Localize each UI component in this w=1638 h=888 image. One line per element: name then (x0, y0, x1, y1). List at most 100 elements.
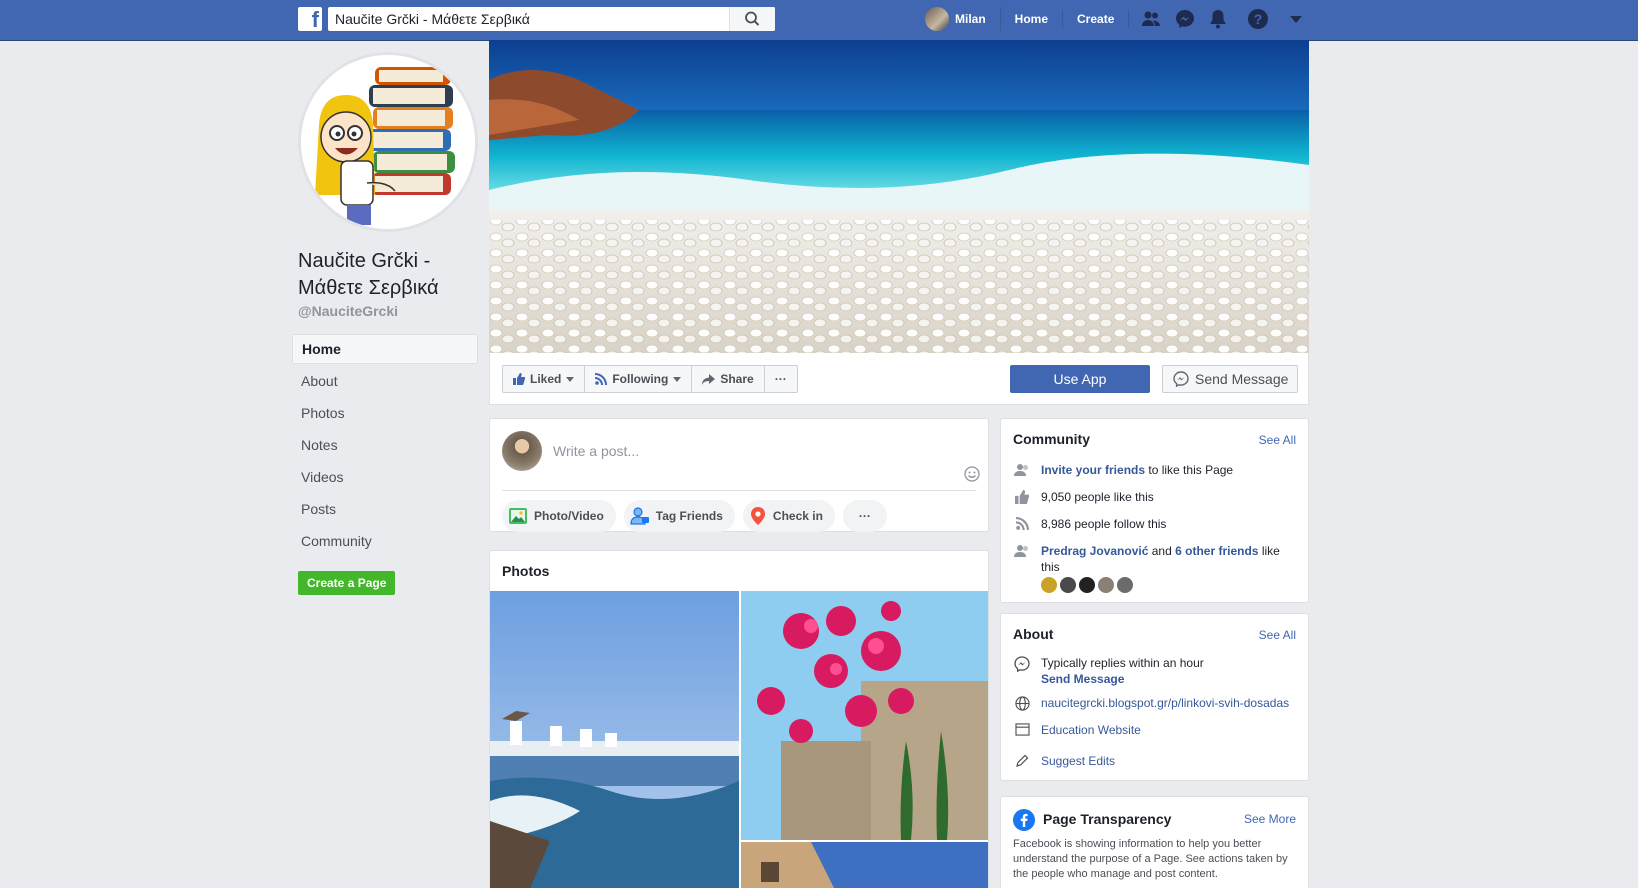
thumbs-up-icon (513, 373, 525, 385)
profile-link[interactable]: Milan (925, 7, 1001, 31)
other-friends-link[interactable]: 6 other friends (1175, 544, 1258, 558)
liked-label: Liked (530, 372, 562, 386)
page-nav-videos[interactable]: Videos (292, 462, 478, 494)
page-buttons: Liked Following Share ··· (502, 365, 798, 393)
facebook-logo-icon[interactable]: f (298, 7, 322, 31)
people-icon (1014, 545, 1028, 557)
share-label: Share (720, 372, 754, 386)
website-row: naucitegrcki.blogspot.gr/p/linkovi-svih-… (1013, 695, 1298, 711)
photo-icon (509, 508, 527, 524)
send-message-button[interactable]: Send Message (1162, 365, 1298, 393)
create-link[interactable]: Create (1063, 10, 1130, 28)
browser-window-icon (1014, 723, 1030, 736)
avatar[interactable] (1060, 577, 1076, 593)
avatar[interactable] (1098, 577, 1114, 593)
page-nav-photos[interactable]: Photos (292, 398, 478, 430)
emoji-icon[interactable] (964, 466, 980, 482)
check-in-button[interactable]: Check in (742, 500, 835, 532)
photo-video-button[interactable]: Photo/Video (502, 500, 616, 532)
page-nav-posts[interactable]: Posts (292, 494, 478, 526)
avatar[interactable] (1079, 577, 1095, 593)
liked-button[interactable]: Liked (503, 366, 586, 392)
avatar (502, 431, 542, 471)
page-nav-notes[interactable]: Notes (292, 430, 478, 462)
likes-row: 9,050 people like this (1013, 489, 1298, 505)
community-card: Community See All Invite your friends to… (1000, 418, 1309, 603)
page-transparency-see-more-link[interactable]: See More (1244, 812, 1296, 826)
page-transparency-description: Facebook is showing information to help … (1013, 838, 1288, 880)
location-pin-icon (750, 507, 765, 525)
use-app-button[interactable]: Use App (1010, 365, 1150, 393)
page-nav: Home About Photos Notes Videos Posts Com… (292, 334, 478, 558)
top-nav: Milan Home Create ? (925, 0, 1303, 38)
friend-name-link[interactable]: Predrag Jovanović (1041, 544, 1148, 558)
page-profile-picture[interactable] (298, 52, 478, 232)
globe-icon (1014, 696, 1030, 711)
friends-like-row: Predrag Jovanović and 6 other friends li… (1013, 543, 1298, 593)
more-options-button[interactable]: ··· (765, 366, 797, 392)
rss-icon (1015, 517, 1029, 530)
page-nav-about[interactable]: About (292, 366, 478, 398)
following-button[interactable]: Following (585, 366, 693, 392)
website-link[interactable]: naucitegrcki.blogspot.gr/p/linkovi-svih-… (1041, 695, 1289, 711)
follows-count: 8,986 people follow this (1041, 517, 1167, 531)
create-page-button[interactable]: Create a Page (298, 571, 396, 595)
community-see-all-link[interactable]: See All (1259, 433, 1296, 447)
composer-actions: Photo/Video Tag Friends Check in ··· (502, 500, 887, 532)
following-label: Following (612, 372, 669, 386)
messenger-icon[interactable] (1175, 9, 1195, 29)
rss-icon (595, 373, 608, 385)
response-time-row: Typically replies within an hour Send Mes… (1013, 655, 1298, 687)
invite-friends-text: to like this Page (1148, 463, 1234, 477)
invite-friends-link[interactable]: Invite your friends (1041, 463, 1145, 477)
avatar[interactable] (1041, 577, 1057, 593)
help-icon[interactable]: ? (1247, 8, 1269, 30)
notifications-icon[interactable] (1209, 9, 1227, 29)
avatar[interactable] (1117, 577, 1133, 593)
divider (502, 490, 976, 491)
home-link[interactable]: Home (1001, 10, 1064, 28)
friends-icon[interactable] (1141, 10, 1161, 28)
tag-friends-icon (630, 507, 649, 525)
cover-photo[interactable] (489, 40, 1309, 353)
share-icon (702, 373, 716, 385)
search-input[interactable] (328, 7, 728, 31)
response-time-text: Typically replies within an hour (1041, 656, 1204, 670)
about-title[interactable]: About (1013, 626, 1053, 642)
page-nav-home[interactable]: Home (292, 334, 478, 364)
page-transparency-card: Page Transparency See More Facebook is s… (1000, 796, 1309, 888)
caret-down-icon (566, 376, 575, 382)
page-transparency-title: Page Transparency (1043, 811, 1172, 827)
page-action-bar: Liked Following Share ··· Use App Send M… (489, 353, 1309, 405)
about-see-all-link[interactable]: See All (1259, 628, 1296, 642)
photo-building[interactable] (741, 842, 988, 888)
category-link[interactable]: Education Website (1041, 722, 1141, 738)
account-menu-icon[interactable] (1289, 14, 1303, 24)
people-icon (1014, 464, 1028, 476)
search-box (328, 7, 775, 31)
search-button[interactable] (729, 7, 775, 31)
about-send-message-link[interactable]: Send Message (1041, 672, 1124, 686)
about-card: About See All Typically replies within a… (1000, 613, 1309, 781)
photos-card: Photos (489, 550, 989, 888)
likes-count: 9,050 people like this (1041, 490, 1154, 504)
messenger-icon (1014, 656, 1030, 672)
user-name: Milan (955, 12, 986, 26)
page-nav-community[interactable]: Community (292, 526, 478, 558)
avatar (925, 7, 949, 31)
post-composer: Write a post... Photo/Video Tag Friends … (489, 418, 989, 532)
community-title[interactable]: Community (1013, 431, 1090, 447)
suggest-edits-link[interactable]: Suggest Edits (1041, 753, 1115, 769)
photo-bougainvillea[interactable] (741, 591, 988, 840)
more-composer-options-button[interactable]: ··· (842, 500, 887, 532)
tag-friends-button[interactable]: Tag Friends (623, 500, 735, 532)
photos-title[interactable]: Photos (490, 551, 988, 591)
page-title: Naučite Grčki - Μάθετε Σερβικά (298, 250, 439, 299)
messenger-icon (1173, 371, 1189, 387)
search-icon (745, 11, 760, 26)
write-post-input[interactable]: Write a post... (553, 443, 639, 459)
pencil-icon (1016, 754, 1029, 767)
share-button[interactable]: Share (692, 366, 765, 392)
page-username[interactable]: @NauciteGrcki (298, 303, 398, 319)
photo-windmills[interactable] (490, 591, 739, 888)
